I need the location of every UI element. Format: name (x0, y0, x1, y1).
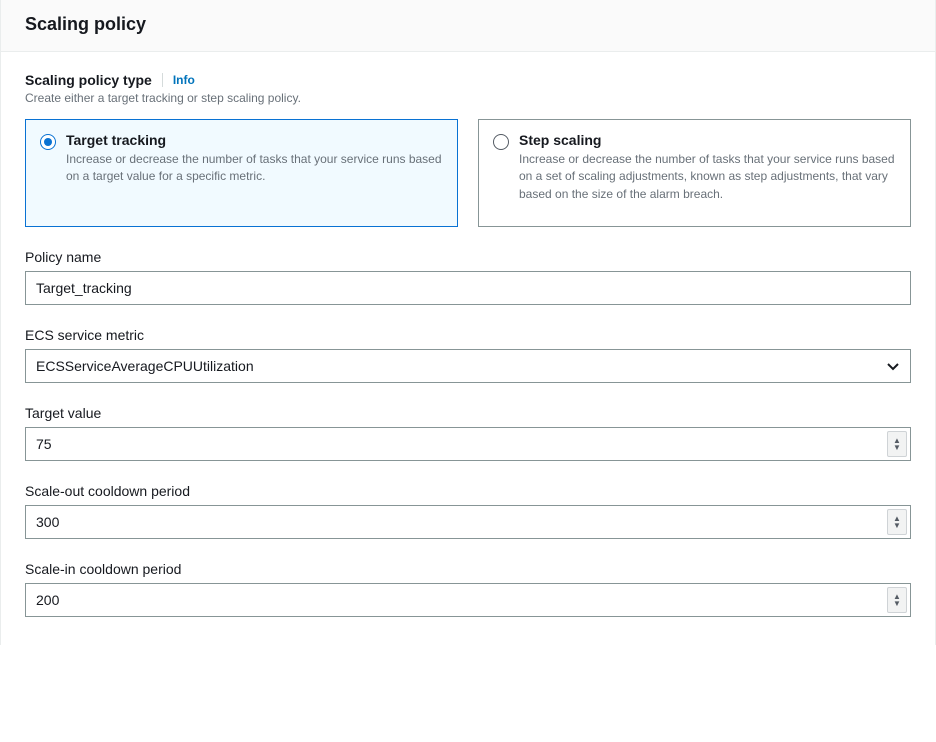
quantity-stepper[interactable]: ▲▼ (887, 509, 907, 535)
target-value-input[interactable] (25, 427, 911, 461)
ecs-metric-select[interactable]: ECSServiceAverageCPUUtilization (25, 349, 911, 383)
ecs-metric-label: ECS service metric (25, 327, 911, 343)
scale-in-input[interactable] (25, 583, 911, 617)
policy-name-field: Policy name (25, 249, 911, 305)
scale-out-label: Scale-out cooldown period (25, 483, 911, 499)
target-value-label: Target value (25, 405, 911, 421)
divider (162, 73, 163, 87)
policy-type-radio-group: Target tracking Increase or decrease the… (25, 119, 911, 227)
scale-in-field: Scale-in cooldown period ▲▼ (25, 561, 911, 617)
scale-in-label: Scale-in cooldown period (25, 561, 911, 577)
radio-desc-target-tracking: Increase or decrease the number of tasks… (66, 151, 443, 186)
policy-type-label-row: Scaling policy type Info (25, 72, 911, 88)
radio-icon (493, 134, 509, 150)
panel-body: Scaling policy type Info Create either a… (1, 52, 935, 645)
policy-name-input[interactable] (25, 271, 911, 305)
policy-type-help: Create either a target tracking or step … (25, 91, 911, 105)
scale-out-field: Scale-out cooldown period ▲▼ (25, 483, 911, 539)
ecs-metric-field: ECS service metric ECSServiceAverageCPUU… (25, 327, 911, 383)
radio-title-step-scaling: Step scaling (519, 132, 896, 148)
policy-name-label: Policy name (25, 249, 911, 265)
quantity-stepper[interactable]: ▲▼ (887, 587, 907, 613)
scaling-policy-panel: Scaling policy Scaling policy type Info … (0, 0, 936, 645)
radio-content: Step scaling Increase or decrease the nu… (519, 132, 896, 203)
panel-header: Scaling policy (1, 0, 935, 52)
radio-title-target-tracking: Target tracking (66, 132, 443, 148)
info-link[interactable]: Info (173, 73, 195, 87)
quantity-stepper[interactable]: ▲▼ (887, 431, 907, 457)
policy-type-label: Scaling policy type (25, 72, 152, 88)
panel-title: Scaling policy (25, 14, 911, 35)
radio-card-step-scaling[interactable]: Step scaling Increase or decrease the nu… (478, 119, 911, 227)
radio-content: Target tracking Increase or decrease the… (66, 132, 443, 186)
radio-card-target-tracking[interactable]: Target tracking Increase or decrease the… (25, 119, 458, 227)
radio-desc-step-scaling: Increase or decrease the number of tasks… (519, 151, 896, 203)
scale-out-input[interactable] (25, 505, 911, 539)
target-value-field: Target value ▲▼ (25, 405, 911, 461)
radio-icon (40, 134, 56, 150)
